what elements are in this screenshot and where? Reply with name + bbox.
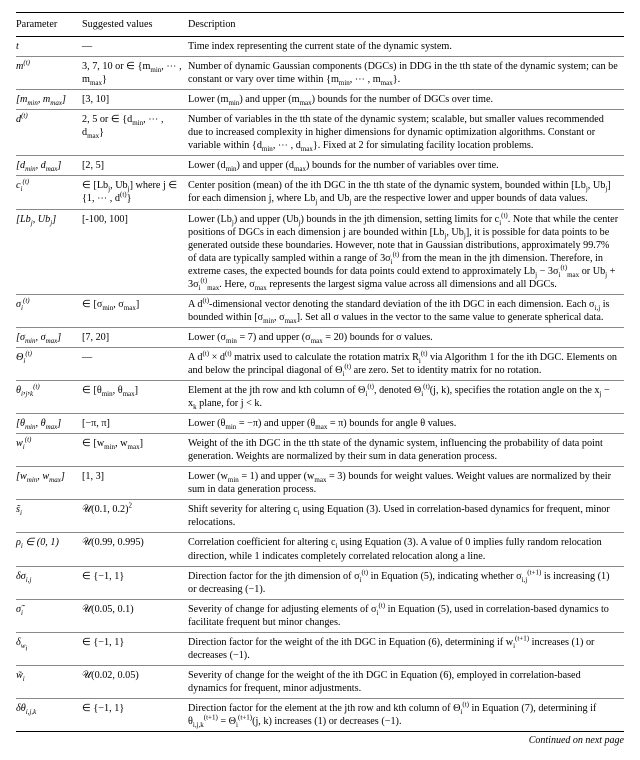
table-row: [Lbj, Ubj][-100, 100]Lower (Lbj) and upp…: [16, 209, 624, 294]
table-row: δθi,j,k∈ {−1, 1}Direction factor for the…: [16, 698, 624, 731]
param-cell: δθi,j,k: [16, 698, 82, 731]
desc-cell: Lower (wmin = 1) and upper (wmax = 3) bo…: [188, 467, 624, 500]
table-row: w̃i𝒰(0.02, 0.05)Severity of change for t…: [16, 665, 624, 698]
values-cell: ∈ [σmin, σmax]: [82, 294, 188, 327]
col-description: Description: [188, 13, 624, 37]
table-row: ρi ∈ (0, 1)𝒰(0.99, 0.995)Correlation coe…: [16, 533, 624, 566]
param-cell: s̃i: [16, 500, 82, 533]
desc-cell: Lower (mmin) and upper (mmax) bounds for…: [188, 90, 624, 110]
desc-cell: Severity of change for adjusting element…: [188, 599, 624, 632]
param-cell: δσi,j: [16, 566, 82, 599]
table-row: σi(t)∈ [σmin, σmax]A d(t)-dimensional ve…: [16, 294, 624, 327]
table-row: [θmin, θmax][−π, π]Lower (θmin = −π) and…: [16, 414, 624, 434]
table-row: δσi,j∈ {−1, 1}Direction factor for the j…: [16, 566, 624, 599]
desc-cell: Center position (mean) of the ith DGC in…: [188, 176, 624, 209]
desc-cell: Shift severity for altering ci using Equ…: [188, 500, 624, 533]
values-cell: —: [82, 37, 188, 57]
desc-cell: Weight of the ith DGC in the tth state o…: [188, 434, 624, 467]
param-cell: [Lbj, Ubj]: [16, 209, 82, 294]
param-cell: σi(t): [16, 294, 82, 327]
values-cell: [-100, 100]: [82, 209, 188, 294]
table-row: d(t)2, 5 or ∈ {dmin, ⋯ , dmax}Number of …: [16, 110, 624, 156]
values-cell: 𝒰(0.05, 0.1): [82, 599, 188, 632]
param-cell: θi,j,k(t): [16, 381, 82, 414]
param-cell: σ̃i: [16, 599, 82, 632]
desc-cell: Direction factor for the element at the …: [188, 698, 624, 731]
table-row: m(t)3, 7, 10 or ∈ {mmin, ⋯ , mmax}Number…: [16, 57, 624, 90]
table-row: ci(t)∈ [Lbj, Ubj] where j ∈ {1, ⋯ , d(t)…: [16, 176, 624, 209]
param-cell: m(t): [16, 57, 82, 90]
param-cell: δwi: [16, 632, 82, 665]
values-cell: 𝒰(0.1, 0.2)2: [82, 500, 188, 533]
param-cell: [σmin, σmax]: [16, 327, 82, 347]
values-cell: ∈ [Lbj, Ubj] where j ∈ {1, ⋯ , d(t)}: [82, 176, 188, 209]
values-cell: ∈ [wmin, wmax]: [82, 434, 188, 467]
header-row: Parameter Suggested values Description: [16, 13, 624, 37]
table-row: [wmin, wmax][1, 3]Lower (wmin = 1) and u…: [16, 467, 624, 500]
param-cell: w̃i: [16, 665, 82, 698]
desc-cell: Lower (θmin = −π) and upper (θmax = π) b…: [188, 414, 624, 434]
desc-cell: Number of dynamic Gaussian components (D…: [188, 57, 624, 90]
desc-cell: Lower (Lbj) and upper (Ubj) bounds in th…: [188, 209, 624, 294]
values-cell: [2, 5]: [82, 156, 188, 176]
continued-label: Continued on next page: [16, 732, 624, 748]
values-cell: ∈ {−1, 1}: [82, 632, 188, 665]
param-cell: [wmin, wmax]: [16, 467, 82, 500]
values-cell: ∈ {−1, 1}: [82, 566, 188, 599]
table-row: [σmin, σmax][7, 20]Lower (σmin = 7) and …: [16, 327, 624, 347]
values-cell: ∈ {−1, 1}: [82, 698, 188, 731]
desc-cell: Time index representing the current stat…: [188, 37, 624, 57]
desc-cell: Number of variables in the tth state of …: [188, 110, 624, 156]
values-cell: [−π, π]: [82, 414, 188, 434]
param-cell: t: [16, 37, 82, 57]
values-cell: [3, 10]: [82, 90, 188, 110]
values-cell: 3, 7, 10 or ∈ {mmin, ⋯ , mmax}: [82, 57, 188, 90]
param-cell: [θmin, θmax]: [16, 414, 82, 434]
desc-cell: A d(t)-dimensional vector denoting the s…: [188, 294, 624, 327]
param-cell: [mmin, mmax]: [16, 90, 82, 110]
table-row: t—Time index representing the current st…: [16, 37, 624, 57]
param-cell: d(t): [16, 110, 82, 156]
values-cell: [7, 20]: [82, 327, 188, 347]
parameter-table: Parameter Suggested values Description t…: [16, 12, 624, 732]
table-row: δwi∈ {−1, 1}Direction factor for the wei…: [16, 632, 624, 665]
desc-cell: Element at the jth row and kth column of…: [188, 381, 624, 414]
values-cell: 2, 5 or ∈ {dmin, ⋯ , dmax}: [82, 110, 188, 156]
param-cell: ρi ∈ (0, 1): [16, 533, 82, 566]
desc-cell: Direction factor for the jth dimension o…: [188, 566, 624, 599]
param-cell: [dmin, dmax]: [16, 156, 82, 176]
table-row: [mmin, mmax][3, 10]Lower (mmin) and uppe…: [16, 90, 624, 110]
table-row: wi(t)∈ [wmin, wmax]Weight of the ith DGC…: [16, 434, 624, 467]
col-parameter: Parameter: [16, 13, 82, 37]
desc-cell: Severity of change for the weight of the…: [188, 665, 624, 698]
param-cell: ci(t): [16, 176, 82, 209]
desc-cell: Direction factor for the weight of the i…: [188, 632, 624, 665]
desc-cell: Correlation coefficient for altering ci …: [188, 533, 624, 566]
values-cell: —: [82, 347, 188, 380]
table-row: σ̃i𝒰(0.05, 0.1)Severity of change for ad…: [16, 599, 624, 632]
table-row: [dmin, dmax][2, 5]Lower (dmin) and upper…: [16, 156, 624, 176]
desc-cell: A d(t) × d(t) matrix used to calculate t…: [188, 347, 624, 380]
param-cell: Θi(t): [16, 347, 82, 380]
col-values: Suggested values: [82, 13, 188, 37]
param-cell: wi(t): [16, 434, 82, 467]
desc-cell: Lower (dmin) and upper (dmax) bounds for…: [188, 156, 624, 176]
table-row: s̃i𝒰(0.1, 0.2)2Shift severity for alteri…: [16, 500, 624, 533]
table-row: θi,j,k(t)∈ [θmin, θmax]Element at the jt…: [16, 381, 624, 414]
values-cell: 𝒰(0.99, 0.995): [82, 533, 188, 566]
values-cell: ∈ [θmin, θmax]: [82, 381, 188, 414]
table-row: Θi(t)—A d(t) × d(t) matrix used to calcu…: [16, 347, 624, 380]
values-cell: 𝒰(0.02, 0.05): [82, 665, 188, 698]
desc-cell: Lower (σmin = 7) and upper (σmax = 20) b…: [188, 327, 624, 347]
values-cell: [1, 3]: [82, 467, 188, 500]
